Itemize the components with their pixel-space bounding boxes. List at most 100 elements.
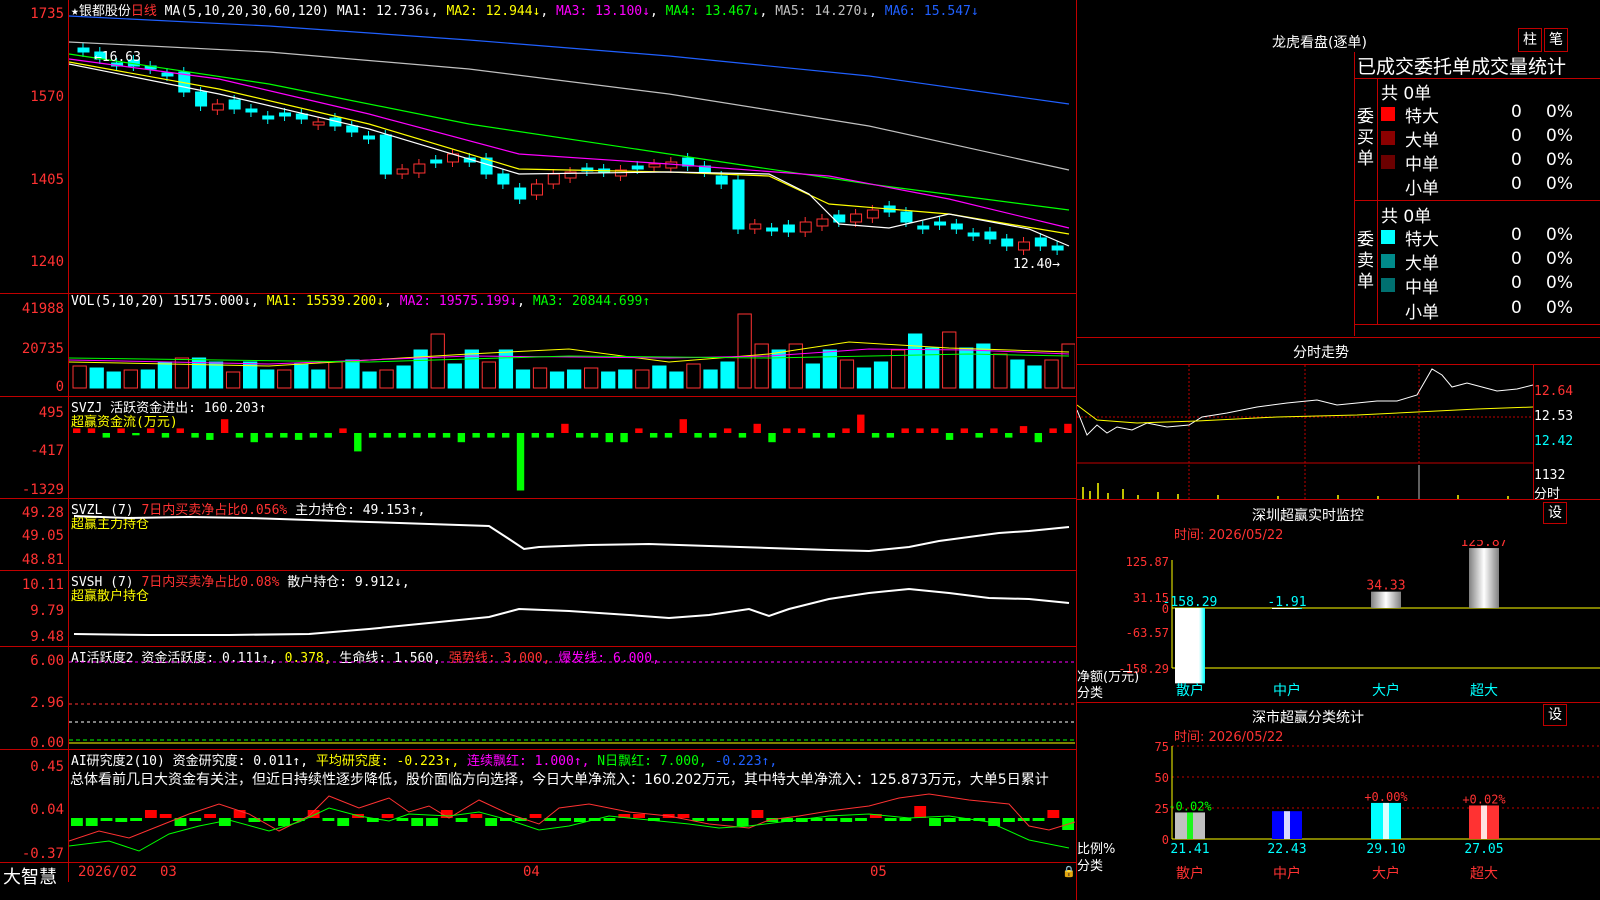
flow-bar: [723, 428, 732, 433]
volume-bar: [1027, 365, 1042, 389]
class-chart: 75 50 25 021.41 -0.02% 散户 22.43 中户 29.10 +0.00% 大户…: [1155, 740, 1600, 882]
research-bar: [559, 818, 572, 821]
volume-bar: [72, 365, 87, 389]
y-tick: 495: [38, 405, 64, 421]
flow-bar: [664, 433, 673, 438]
y-tick: 49.05: [21, 528, 64, 544]
ma-line: [69, 15, 1070, 105]
research-bar: [71, 818, 83, 826]
flow-bar: [709, 433, 717, 438]
flow-bar: [649, 433, 658, 438]
flow-bar: [901, 428, 909, 433]
research-bar: [633, 814, 646, 818]
volume-bar: [413, 349, 428, 389]
research-bar: [884, 818, 897, 821]
research-bar: [721, 818, 734, 821]
volume-bar: [396, 365, 411, 389]
y-tick: 6.00: [30, 653, 64, 669]
sell-row-zhongdan: 中单 0 0%: [1381, 273, 1600, 298]
flow-bar: [842, 428, 850, 433]
flow-bar: [383, 433, 392, 438]
flow-bar: [635, 428, 643, 433]
volume-bar: [140, 369, 156, 389]
svzj-panel[interactable]: SVZJ 活跃资金进出: 160.203↑ 超赢资金流(万元) 495 -417…: [0, 397, 1076, 498]
monitor-bar: [1469, 548, 1499, 608]
candle-body: [413, 163, 426, 174]
row-name: 小单: [1405, 179, 1439, 199]
class-y-tick: 50: [1155, 771, 1169, 785]
sell-row-dadan: 大单 0 0%: [1381, 249, 1600, 274]
flow-bar: [73, 428, 81, 433]
flow-bar: [797, 428, 806, 433]
flow-bar: [546, 433, 554, 438]
class-y-tick: 25: [1155, 802, 1169, 816]
row-pct: 0%: [1546, 102, 1573, 122]
candle-body: [312, 121, 325, 126]
research-bar: [677, 814, 690, 818]
volume-bar: [942, 331, 957, 389]
volume-bar: [157, 361, 173, 389]
y-tick: 0.00: [30, 735, 64, 751]
low-label: 12.40→: [1013, 257, 1060, 272]
monitor-cat: 中户: [1273, 682, 1301, 699]
research-bar: [189, 818, 202, 821]
flow-bar: [605, 433, 613, 443]
monitor-settings-button[interactable]: 设: [1543, 502, 1567, 524]
candle-body: [228, 99, 241, 110]
class-settings-button[interactable]: 设: [1543, 704, 1567, 726]
svzl-panel[interactable]: SVZL (7) 7日内买卖净占比0.056% 主力持仓: 49.153↑, 超…: [0, 499, 1076, 570]
y-tick: 1570: [30, 89, 64, 105]
flow-bar: [502, 433, 510, 438]
kline-panel[interactable]: ★银都股份日线 MA(5,10,20,30,60,120) MA1: 12.73…: [0, 0, 1076, 293]
volume-bar: [89, 367, 104, 389]
flow-bar: [220, 419, 229, 433]
flow-bar: [457, 433, 466, 443]
svsh-line: [73, 587, 1070, 636]
flow-bar: [960, 428, 969, 433]
candle-body: [749, 223, 762, 230]
flow-bar: [87, 428, 96, 433]
research-bar: [337, 818, 350, 826]
volume-panel[interactable]: VOL(5,10,20) 15175.000↓, MA1: 15539.200↓…: [0, 294, 1076, 396]
candle-body: [211, 103, 224, 111]
class-change: +0.00%: [1364, 790, 1408, 804]
buy-row-zhongdan: 中单 0 0%: [1381, 150, 1600, 175]
sell-row-tedai: 特大 0 0%: [1381, 225, 1600, 250]
tab-zhu[interactable]: 柱: [1518, 28, 1542, 52]
volume-bar: [532, 367, 548, 389]
volume-bar: [925, 347, 940, 389]
research-bar: [485, 818, 498, 826]
flow-bar: [694, 433, 702, 438]
flow-bar: [235, 433, 244, 438]
candle-body: [547, 173, 560, 185]
class-y-tick: 75: [1155, 740, 1169, 754]
research-bar: [396, 818, 409, 821]
y-tick: 10.11: [21, 577, 64, 593]
flow-bar: [1049, 428, 1057, 433]
research-bar: [840, 818, 853, 822]
svsh-panel[interactable]: SVSH (7) 7日内买卖净占比0.08% 散户持仓: 9.912↓, 超赢散…: [0, 571, 1076, 646]
research-bar: [1032, 818, 1045, 821]
research-bar: [529, 814, 542, 818]
ai-research-panel[interactable]: AI研究度2(10) 资金研究度: 0.011↑, 平均研究度: -0.223↑…: [0, 750, 1076, 862]
volume-bar: [106, 371, 121, 389]
flow-bar: [413, 433, 421, 438]
ai-activity-panel[interactable]: AI活跃度2 资金活跃度: 0.111↑, 0.378, 生命线: 1.560,…: [0, 647, 1076, 751]
flow-bar: [368, 433, 377, 438]
flow-bar: [531, 433, 540, 438]
candle-body: [850, 213, 863, 223]
volume-bar: [720, 361, 735, 389]
flow-bar: [339, 428, 347, 433]
lock-icon[interactable]: 🔒: [1062, 865, 1076, 878]
sell-row-xiaodan: 小单 0 0%: [1381, 298, 1600, 323]
y-tick: 0.04: [30, 802, 64, 818]
y-tick: -1329: [21, 482, 64, 498]
flow-bar: [590, 433, 599, 438]
y-tick: 20735: [21, 341, 64, 357]
date-label: 05: [870, 864, 887, 880]
tab-bi[interactable]: 笔: [1544, 28, 1568, 52]
class-cat: 超大: [1470, 866, 1498, 882]
flow-bar: [857, 414, 865, 433]
research-bar: [159, 814, 172, 818]
volume-bar: [618, 369, 633, 389]
